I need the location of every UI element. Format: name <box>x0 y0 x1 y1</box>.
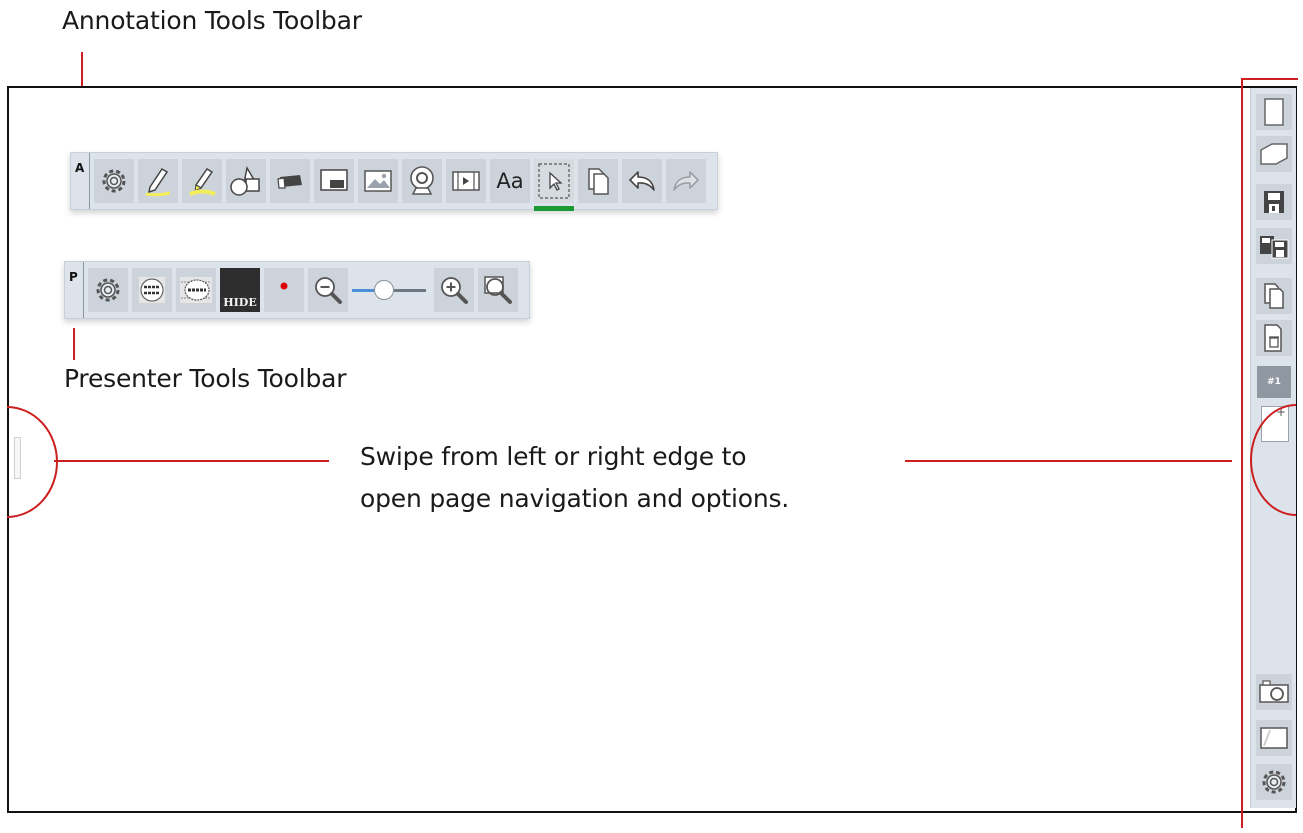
clear-board-button[interactable] <box>314 159 354 203</box>
undo-icon <box>629 171 655 191</box>
text-icon: Aa <box>496 169 524 193</box>
gear-icon <box>96 278 120 302</box>
insert-image-button[interactable] <box>358 159 398 203</box>
annotation-toolbar-letter: A <box>71 153 90 209</box>
screen-shade-button[interactable]: HIDE <box>220 268 260 312</box>
select-arrow-icon <box>538 163 570 199</box>
select-tool-button[interactable] <box>534 159 574 211</box>
redo-button[interactable] <box>666 159 706 203</box>
zoom-in-icon <box>441 277 468 304</box>
image-icon <box>364 170 392 192</box>
right-swipe-zone-marker <box>1250 404 1297 516</box>
presenter-settings-button[interactable] <box>88 268 128 312</box>
settings-button[interactable] <box>94 159 134 203</box>
magnifier-text-icon <box>180 277 212 303</box>
swipe-right-callout-line <box>905 460 1232 462</box>
spotlight-button[interactable] <box>132 268 172 312</box>
gear-icon <box>102 169 126 193</box>
magnifier-button[interactable] <box>176 268 216 312</box>
highlighter-button[interactable] <box>182 159 222 203</box>
eraser-icon <box>277 175 302 189</box>
video-icon <box>452 171 480 191</box>
record-button[interactable] <box>264 268 304 312</box>
zoom-in-button[interactable] <box>434 268 474 312</box>
eraser-button[interactable] <box>270 159 310 203</box>
swipe-hint-line2: open page navigation and options. <box>360 484 790 513</box>
paste-icon <box>588 168 609 195</box>
pen-button[interactable] <box>138 159 178 203</box>
presenter-callout-line <box>73 328 75 360</box>
presenter-toolbar-callout: Presenter Tools Toolbar <box>64 364 347 393</box>
shapes-button[interactable] <box>226 159 266 203</box>
webcam-button[interactable] <box>402 159 442 203</box>
zoom-fit-icon <box>484 276 512 304</box>
shapes-icon <box>230 165 261 196</box>
highlighter-icon <box>189 167 216 196</box>
webcam-icon <box>410 166 434 195</box>
record-dot-icon <box>280 282 288 290</box>
paste-button[interactable] <box>578 159 618 203</box>
undo-button[interactable] <box>622 159 662 203</box>
active-tool-indicator <box>534 206 574 211</box>
zoom-slider[interactable] <box>350 268 430 312</box>
zoom-out-button[interactable] <box>308 268 348 312</box>
presenter-toolbar: P HIDE <box>64 261 530 319</box>
text-tool-button[interactable]: Aa <box>490 159 530 203</box>
spotlight-icon <box>139 277 165 303</box>
zoom-fit-button[interactable] <box>478 268 518 312</box>
whiteboard-eraser-icon <box>320 169 348 191</box>
annotation-toolbar: A Aa <box>70 152 718 211</box>
presenter-toolbar-letter: P <box>65 262 84 318</box>
zoom-slider-knob[interactable] <box>374 280 394 300</box>
pen-icon <box>145 167 171 197</box>
swipe-hint-line1: Swipe from left or right edge to <box>360 442 747 471</box>
zoom-out-icon <box>315 277 342 304</box>
redo-icon <box>673 171 699 191</box>
insert-video-button[interactable] <box>446 159 486 203</box>
swipe-left-callout-line <box>54 460 329 462</box>
annotation-toolbar-callout: Annotation Tools Toolbar <box>62 6 362 35</box>
left-swipe-zone-marker <box>6 406 58 518</box>
